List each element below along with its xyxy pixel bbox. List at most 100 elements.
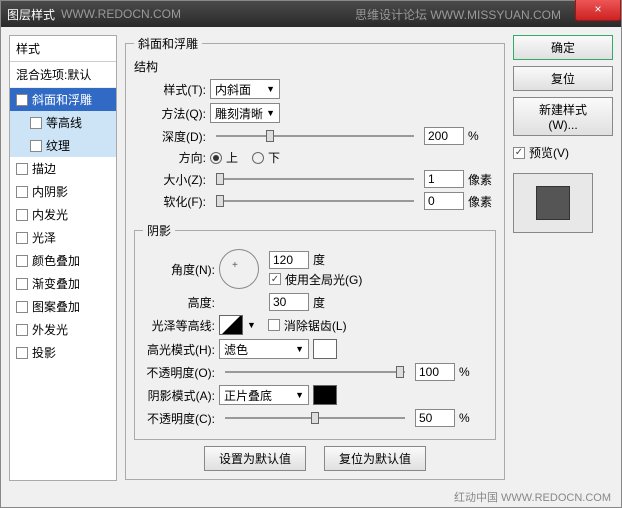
unit-percent: % [459, 411, 487, 425]
style-item-label: 光泽 [32, 229, 56, 246]
checkbox-icon[interactable] [16, 209, 28, 221]
style-item-gradient-overlay[interactable]: 渐变叠加 [10, 272, 116, 295]
checkbox-icon[interactable] [16, 186, 28, 198]
style-item-outer-glow[interactable]: 外发光 [10, 318, 116, 341]
size-slider[interactable] [216, 170, 414, 188]
antialiased-checkbox[interactable] [268, 319, 280, 331]
soften-input[interactable]: 0 [424, 192, 464, 210]
style-item-label: 纹理 [46, 137, 70, 154]
style-item-label: 渐变叠加 [32, 275, 80, 292]
blend-options-row[interactable]: 混合选项:默认 [10, 62, 116, 88]
direction-up-radio[interactable] [210, 152, 222, 164]
styles-header: 样式 [10, 36, 116, 62]
angle-input[interactable]: 120 [269, 251, 309, 269]
direction-label: 方向: [134, 149, 206, 166]
altitude-input[interactable]: 30 [269, 293, 309, 311]
chevron-down-icon: ▼ [295, 344, 304, 354]
highlight-mode-combo[interactable]: 滤色▼ [219, 339, 309, 359]
style-item-label: 颜色叠加 [32, 252, 80, 269]
shadow-mode-label: 阴影模式(A): [143, 387, 215, 404]
chevron-down-icon: ▼ [266, 84, 275, 94]
shadow-mode-combo[interactable]: 正片叠底▼ [219, 385, 309, 405]
style-item-label: 图案叠加 [32, 298, 80, 315]
checkbox-icon[interactable] [16, 347, 28, 359]
style-item-inner-glow[interactable]: 内发光 [10, 203, 116, 226]
altitude-label: 高度: [143, 294, 215, 311]
checkbox-icon[interactable] [16, 94, 28, 106]
global-light-checkbox[interactable] [269, 273, 281, 285]
checkbox-icon[interactable] [30, 140, 42, 152]
set-default-button[interactable]: 设置为默认值 [204, 446, 306, 471]
direction-down-radio[interactable] [252, 152, 264, 164]
technique-combo[interactable]: 雕刻清晰▼ [210, 103, 280, 123]
style-combo[interactable]: 内斜面▼ [210, 79, 280, 99]
style-item-texture[interactable]: 纹理 [10, 134, 116, 157]
checkbox-icon[interactable] [16, 163, 28, 175]
checkbox-icon[interactable] [16, 278, 28, 290]
angle-dial[interactable] [219, 249, 259, 289]
highlight-opacity-slider[interactable] [225, 363, 405, 381]
preview-thumbnail [536, 186, 570, 220]
chevron-down-icon: ▼ [266, 108, 275, 118]
style-item-label: 斜面和浮雕 [32, 91, 92, 108]
highlight-opacity-input[interactable]: 100 [415, 363, 455, 381]
checkbox-icon[interactable] [16, 324, 28, 336]
checkbox-icon[interactable] [16, 255, 28, 267]
titlebar: 图层样式 WWW.REDOCN.COM 思维设计论坛 WWW.MISSYUAN.… [1, 1, 621, 27]
reset-button[interactable]: 复位 [513, 66, 613, 91]
style-item-satin[interactable]: 光泽 [10, 226, 116, 249]
shadow-opacity-input[interactable]: 50 [415, 409, 455, 427]
highlight-color-swatch[interactable] [313, 339, 337, 359]
checkbox-icon[interactable] [16, 301, 28, 313]
depth-slider[interactable] [216, 127, 414, 145]
technique-label: 方法(Q): [134, 105, 206, 122]
highlight-mode-label: 高光模式(H): [143, 341, 215, 358]
shading-title: 阴影 [143, 222, 175, 239]
style-item-label: 内发光 [32, 206, 68, 223]
gloss-contour-picker[interactable] [219, 315, 243, 335]
watermark-right: 思维设计论坛 WWW.MISSYUAN.COM [355, 6, 561, 23]
style-item-bevel[interactable]: 斜面和浮雕 [10, 88, 116, 111]
style-label: 样式(T): [134, 81, 206, 98]
shadow-color-swatch[interactable] [313, 385, 337, 405]
chevron-down-icon: ▼ [295, 390, 304, 400]
style-item-pattern-overlay[interactable]: 图案叠加 [10, 295, 116, 318]
unit-percent: % [468, 129, 496, 143]
style-item-contour[interactable]: 等高线 [10, 111, 116, 134]
size-input[interactable]: 1 [424, 170, 464, 188]
unit-pixel: 像素 [468, 193, 496, 210]
structure-group: 结构 样式(T): 内斜面▼ 方法(Q): 雕刻清晰▼ 深度(D): 200 % [134, 58, 496, 214]
style-item-color-overlay[interactable]: 颜色叠加 [10, 249, 116, 272]
new-style-button[interactable]: 新建样式(W)... [513, 97, 613, 136]
reset-default-button[interactable]: 复位为默认值 [324, 446, 426, 471]
preview-label: 预览(V) [529, 144, 569, 161]
unit-pixel: 像素 [468, 171, 496, 188]
shadow-opacity-label: 不透明度(C): [143, 410, 215, 427]
style-item-label: 描边 [32, 160, 56, 177]
checkbox-icon[interactable] [16, 232, 28, 244]
unit-degree: 度 [313, 251, 325, 268]
highlight-opacity-label: 不透明度(O): [143, 364, 215, 381]
style-item-label: 投影 [32, 344, 56, 361]
depth-input[interactable]: 200 [424, 127, 464, 145]
gloss-contour-label: 光泽等高线: [143, 317, 215, 334]
style-item-inner-shadow[interactable]: 内阴影 [10, 180, 116, 203]
preview-checkbox[interactable] [513, 147, 525, 159]
checkbox-icon[interactable] [30, 117, 42, 129]
soften-label: 软化(F): [134, 193, 206, 210]
close-button[interactable]: × [575, 0, 621, 21]
soften-slider[interactable] [216, 192, 414, 210]
shadow-opacity-slider[interactable] [225, 409, 405, 427]
chevron-down-icon[interactable]: ▼ [247, 320, 256, 330]
preview-box [513, 173, 593, 233]
angle-label: 角度(N): [143, 261, 215, 278]
style-item-label: 内阴影 [32, 183, 68, 200]
styles-list-panel: 样式 混合选项:默认 斜面和浮雕 等高线 纹理 描边 内阴影 内发光 光泽 颜色… [9, 35, 117, 481]
ok-button[interactable]: 确定 [513, 35, 613, 60]
watermark-footer: 红动中国 WWW.REDOCN.COM [454, 489, 611, 505]
style-item-drop-shadow[interactable]: 投影 [10, 341, 116, 364]
global-light-label: 使用全局光(G) [285, 271, 362, 288]
window-title: 图层样式 [7, 6, 55, 23]
style-item-stroke[interactable]: 描边 [10, 157, 116, 180]
settings-panel: 斜面和浮雕 结构 样式(T): 内斜面▼ 方法(Q): 雕刻清晰▼ 深度(D): [125, 35, 505, 481]
